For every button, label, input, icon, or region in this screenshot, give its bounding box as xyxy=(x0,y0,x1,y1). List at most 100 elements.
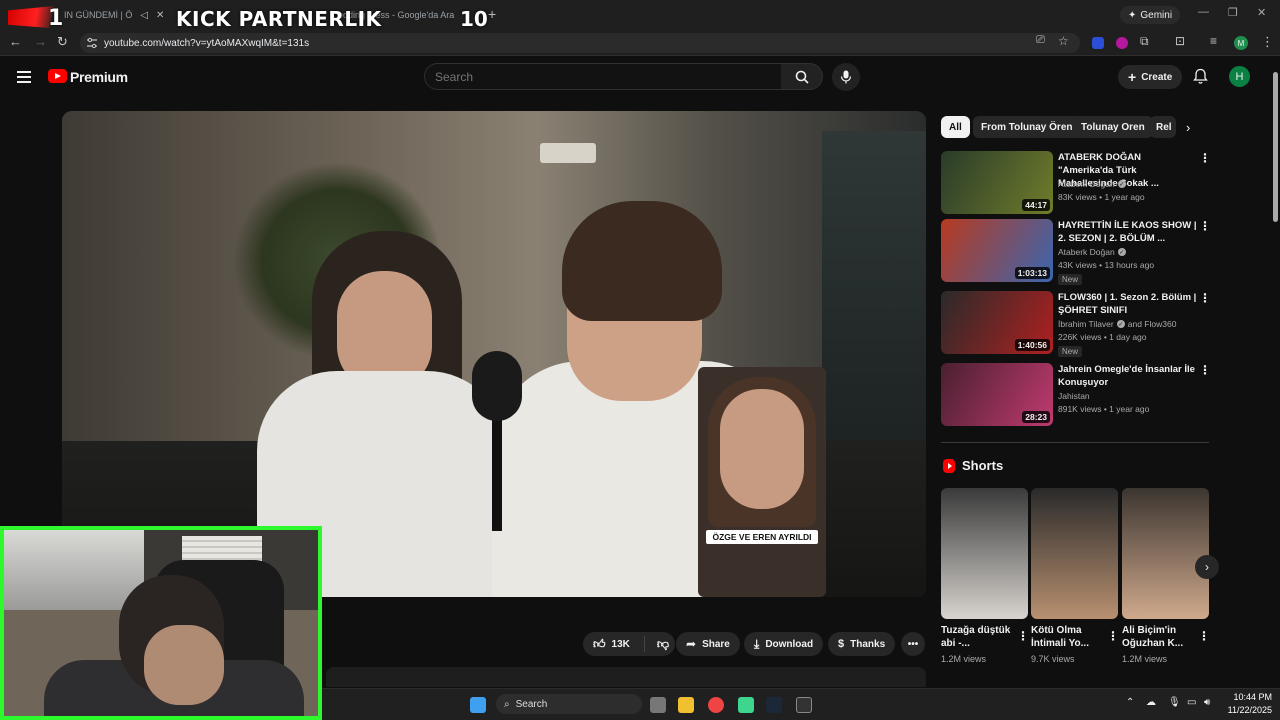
chrome-icon[interactable] xyxy=(708,697,724,713)
short-item[interactable]: Ali Biçim'in Oğuzhan K... 1.2M views ⋮ xyxy=(1122,488,1210,664)
browser-menu-icon[interactable]: ⋮ xyxy=(1261,34,1274,50)
thumbs-down-icon[interactable]: 👎︎ xyxy=(657,637,669,652)
minimize-icon[interactable]: — xyxy=(1198,6,1209,18)
terminal-icon[interactable] xyxy=(796,697,812,713)
description-box[interactable] xyxy=(326,667,926,687)
browser-profile-avatar[interactable]: M xyxy=(1234,36,1248,50)
url-field[interactable]: youtube.com/watch?v=ytAoMAXwqIM&t=131s xyxy=(80,33,1080,53)
download-button[interactable]: ⤓ Download xyxy=(744,632,824,656)
premium-logo-text[interactable]: Premium xyxy=(70,69,128,85)
more-vertical-icon[interactable]: ⋮ xyxy=(1198,629,1210,643)
back-icon[interactable]: ← xyxy=(9,34,22,49)
recommended-video[interactable]: 1:40:56 FLOW360 | 1. Sezon 2. Bölüm | ŞÖH… xyxy=(941,291,1211,357)
notifications-bell-icon[interactable] xyxy=(1193,68,1208,84)
menu-icon[interactable] xyxy=(17,71,31,83)
forward-icon[interactable]: → xyxy=(34,34,47,49)
task-view-icon[interactable] xyxy=(650,697,666,713)
short-thumbnail[interactable] xyxy=(1031,488,1118,619)
search-input[interactable] xyxy=(424,63,782,90)
short-item[interactable]: Kötü Olma İntimali Yo... 9.7K views ⋮ xyxy=(1031,488,1119,664)
more-actions-button[interactable]: ••• xyxy=(901,632,925,656)
voice-search-button[interactable] xyxy=(832,63,860,91)
taskbar-search-label: Search xyxy=(515,698,548,710)
taskbar-date[interactable]: 11/22/2025 xyxy=(1220,705,1272,715)
volume-icon[interactable]: 🔊︎ xyxy=(1204,697,1210,708)
taskbar-time[interactable]: 10:44 PM xyxy=(1232,692,1272,702)
short-thumbnail[interactable] xyxy=(1122,488,1209,619)
webcam-person-face xyxy=(144,625,224,705)
more-vertical-icon[interactable]: ⋮ xyxy=(1199,219,1211,233)
short-title[interactable]: Ali Biçim'in Oğuzhan K... xyxy=(1122,624,1196,650)
share-button[interactable]: ➦ Share xyxy=(676,632,740,656)
more-vertical-icon[interactable]: ⋮ xyxy=(1017,629,1029,643)
file-explorer-icon[interactable] xyxy=(678,697,694,713)
window-close-icon[interactable]: ✕ xyxy=(1257,6,1266,19)
extensions-puzzle-icon[interactable]: ⧉ xyxy=(1140,34,1149,49)
video-window xyxy=(822,131,926,451)
download-icon: ⤓ xyxy=(754,636,760,651)
video-thumbnail[interactable]: 28:23 xyxy=(941,363,1053,426)
more-vertical-icon[interactable]: ⋮ xyxy=(1199,291,1211,305)
short-thumbnail[interactable] xyxy=(941,488,1028,619)
split-view-icon[interactable]: ⊡ xyxy=(1175,34,1185,48)
short-item[interactable]: Tuzağa düştük abi -... 1.2M views ⋮ xyxy=(941,488,1029,664)
video-thumbnail[interactable]: 1:40:56 xyxy=(941,291,1053,354)
video-thumbnail[interactable]: 1:03:13 xyxy=(941,219,1053,282)
channel-name[interactable]: Ataberk Doğan ✓ xyxy=(1058,247,1126,257)
site-info-icon[interactable] xyxy=(86,37,98,49)
channel-name[interactable]: Jahistan xyxy=(1058,391,1090,401)
shorts-next-button[interactable]: › xyxy=(1195,555,1219,579)
chevron-right-icon[interactable]: › xyxy=(1186,120,1190,135)
account-avatar[interactable]: H xyxy=(1229,66,1250,87)
video-title[interactable]: Jahrein Omegle'de İnsanlar İle Konuşuyor xyxy=(1058,363,1198,389)
channel-name[interactable]: Ataberk Doğan ✓ xyxy=(1058,179,1126,189)
app-icon[interactable] xyxy=(738,697,754,713)
url-text: youtube.com/watch?v=ytAoMAXwqIM&t=131s xyxy=(104,37,310,49)
steam-icon[interactable] xyxy=(766,697,782,713)
gemini-button[interactable]: ✦ Gemini xyxy=(1120,6,1181,24)
video-title[interactable]: HAYRETTİN İLE KAOS SHOW | 2. SEZON | 2. … xyxy=(1058,219,1198,245)
extension-shield-icon[interactable] xyxy=(1092,37,1104,49)
tray-overflow-icon[interactable]: ⌃ xyxy=(1126,697,1134,708)
share-arrow-icon: ➦ xyxy=(686,637,697,651)
create-button[interactable]: + Create xyxy=(1118,65,1183,89)
video-player[interactable]: ÖZGE VE EREN AYRILDI xyxy=(62,111,926,597)
bookmark-star-icon[interactable]: ☆ xyxy=(1058,34,1069,48)
extension-icon[interactable] xyxy=(1116,37,1128,49)
channel-label: Ataberk Doğan xyxy=(1058,247,1115,257)
windows-start-icon[interactable] xyxy=(470,697,486,713)
taskbar-search-box[interactable]: ⌕ Search xyxy=(496,694,642,714)
network-icon[interactable]: ▭ xyxy=(1187,697,1196,708)
restore-icon[interactable]: ❐ xyxy=(1228,6,1238,19)
mute-icon[interactable]: ◁ xyxy=(140,10,148,21)
channel-name[interactable]: İbrahim Tilaver ✓ and Flow360 xyxy=(1058,319,1176,329)
more-vertical-icon[interactable]: ⋮ xyxy=(1199,363,1211,377)
video-duration: 28:23 xyxy=(1022,411,1050,423)
recommended-video[interactable]: 44:17 ATABERK DOĞAN "Amerika'da Türk Maha… xyxy=(941,151,1211,215)
chip-all[interactable]: All xyxy=(941,116,970,138)
video-thumbnail[interactable]: 44:17 xyxy=(941,151,1053,214)
close-icon[interactable]: ✕ xyxy=(156,10,164,21)
chip-tolunay-oren[interactable]: Tolunay Oren xyxy=(1073,116,1153,138)
video-title[interactable]: FLOW360 | 1. Sezon 2. Bölüm | ŞÖHRET SIN… xyxy=(1058,291,1198,317)
browser-tab-1[interactable]: IN GÜNDEMİ | Ö ◁ ✕ xyxy=(56,4,172,26)
chip-related[interactable]: Rel xyxy=(1150,116,1176,138)
more-vertical-icon[interactable]: ⋮ xyxy=(1199,151,1211,165)
reload-icon[interactable]: ↻ xyxy=(57,34,68,50)
recommended-video[interactable]: 28:23 Jahrein Omegle'de İnsanlar İle Konu… xyxy=(941,363,1211,427)
cast-icon[interactable]: ⎚ xyxy=(1036,34,1045,47)
chip-from-tolunay-oren[interactable]: From Tolunay Ören xyxy=(973,116,1081,138)
recommended-video[interactable]: 1:03:13 HAYRETTİN İLE KAOS SHOW | 2. SEZO… xyxy=(941,219,1211,285)
youtube-logo-icon[interactable] xyxy=(48,69,67,83)
scrollbar-thumb[interactable] xyxy=(1273,72,1278,222)
reading-list-icon[interactable]: ≡ xyxy=(1210,34,1217,48)
mic-tray-icon[interactable]: 🎙︎ xyxy=(1168,697,1181,708)
like-button[interactable]: 👍︎ 13K 👎︎ xyxy=(583,632,675,656)
short-title[interactable]: Kötü Olma İntimali Yo... xyxy=(1031,624,1105,650)
more-vertical-icon[interactable]: ⋮ xyxy=(1107,629,1119,643)
short-title[interactable]: Tuzağa düştük abi -... xyxy=(941,624,1015,650)
search-button[interactable] xyxy=(781,63,823,90)
new-tab-button[interactable]: + xyxy=(488,6,496,22)
onedrive-cloud-icon[interactable]: ☁ xyxy=(1146,697,1156,708)
thanks-button[interactable]: $ Thanks xyxy=(828,632,896,656)
